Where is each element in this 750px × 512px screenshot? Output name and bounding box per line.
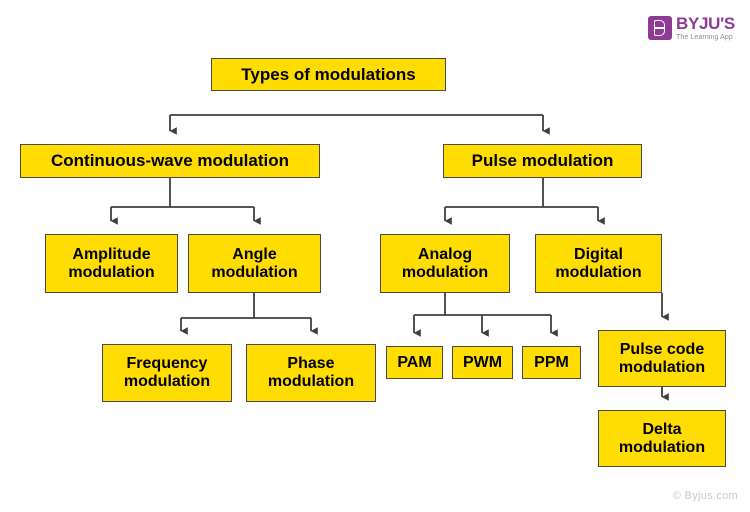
node-label: Digital modulation <box>555 245 642 281</box>
node-label: Amplitude modulation <box>68 245 155 281</box>
byjus-logo-icon <box>648 16 672 40</box>
node-pwm: PWM <box>452 346 513 379</box>
node-phase-modulation: Phase modulation <box>246 344 376 402</box>
node-types-of-modulations: Types of modulations <box>211 58 446 91</box>
node-label: Types of modulations <box>241 64 416 84</box>
node-label: Analog modulation <box>401 245 489 281</box>
node-label: PWM <box>462 353 503 371</box>
byjus-logo-text: BYJU'S The Learning App <box>676 15 735 42</box>
node-ppm: PPM <box>522 346 581 379</box>
logo-tagline: The Learning App <box>676 33 733 41</box>
copyright-notice: © Byjus.com <box>672 490 738 502</box>
node-pam: PAM <box>386 346 443 379</box>
node-continuous-wave-modulation: Continuous-wave modulation <box>20 144 320 178</box>
node-amplitude-modulation: Amplitude modulation <box>45 234 178 293</box>
node-label: Continuous-wave modulation <box>51 151 289 171</box>
node-label: Pulse modulation <box>471 151 614 171</box>
node-label: Frequency modulation <box>123 355 211 390</box>
node-frequency-modulation: Frequency modulation <box>102 344 232 402</box>
node-pulse-modulation: Pulse modulation <box>443 144 642 178</box>
node-delta-modulation: Delta modulation <box>598 410 726 467</box>
node-label: PAM <box>397 353 432 371</box>
node-angle-modulation: Angle modulation <box>188 234 321 293</box>
node-pulse-code-modulation: Pulse code modulation <box>598 330 726 387</box>
node-digital-modulation: Digital modulation <box>535 234 662 293</box>
node-label: Pulse code modulation <box>618 340 706 376</box>
byjus-logo: BYJU'S The Learning App <box>648 10 740 46</box>
node-label: Angle modulation <box>211 245 298 281</box>
logo-brand-name: BYJU'S <box>676 13 735 33</box>
node-label: PPM <box>534 353 569 371</box>
node-analog-modulation: Analog modulation <box>380 234 510 293</box>
node-label: Phase modulation <box>267 355 355 390</box>
node-label: Delta modulation <box>618 420 706 456</box>
